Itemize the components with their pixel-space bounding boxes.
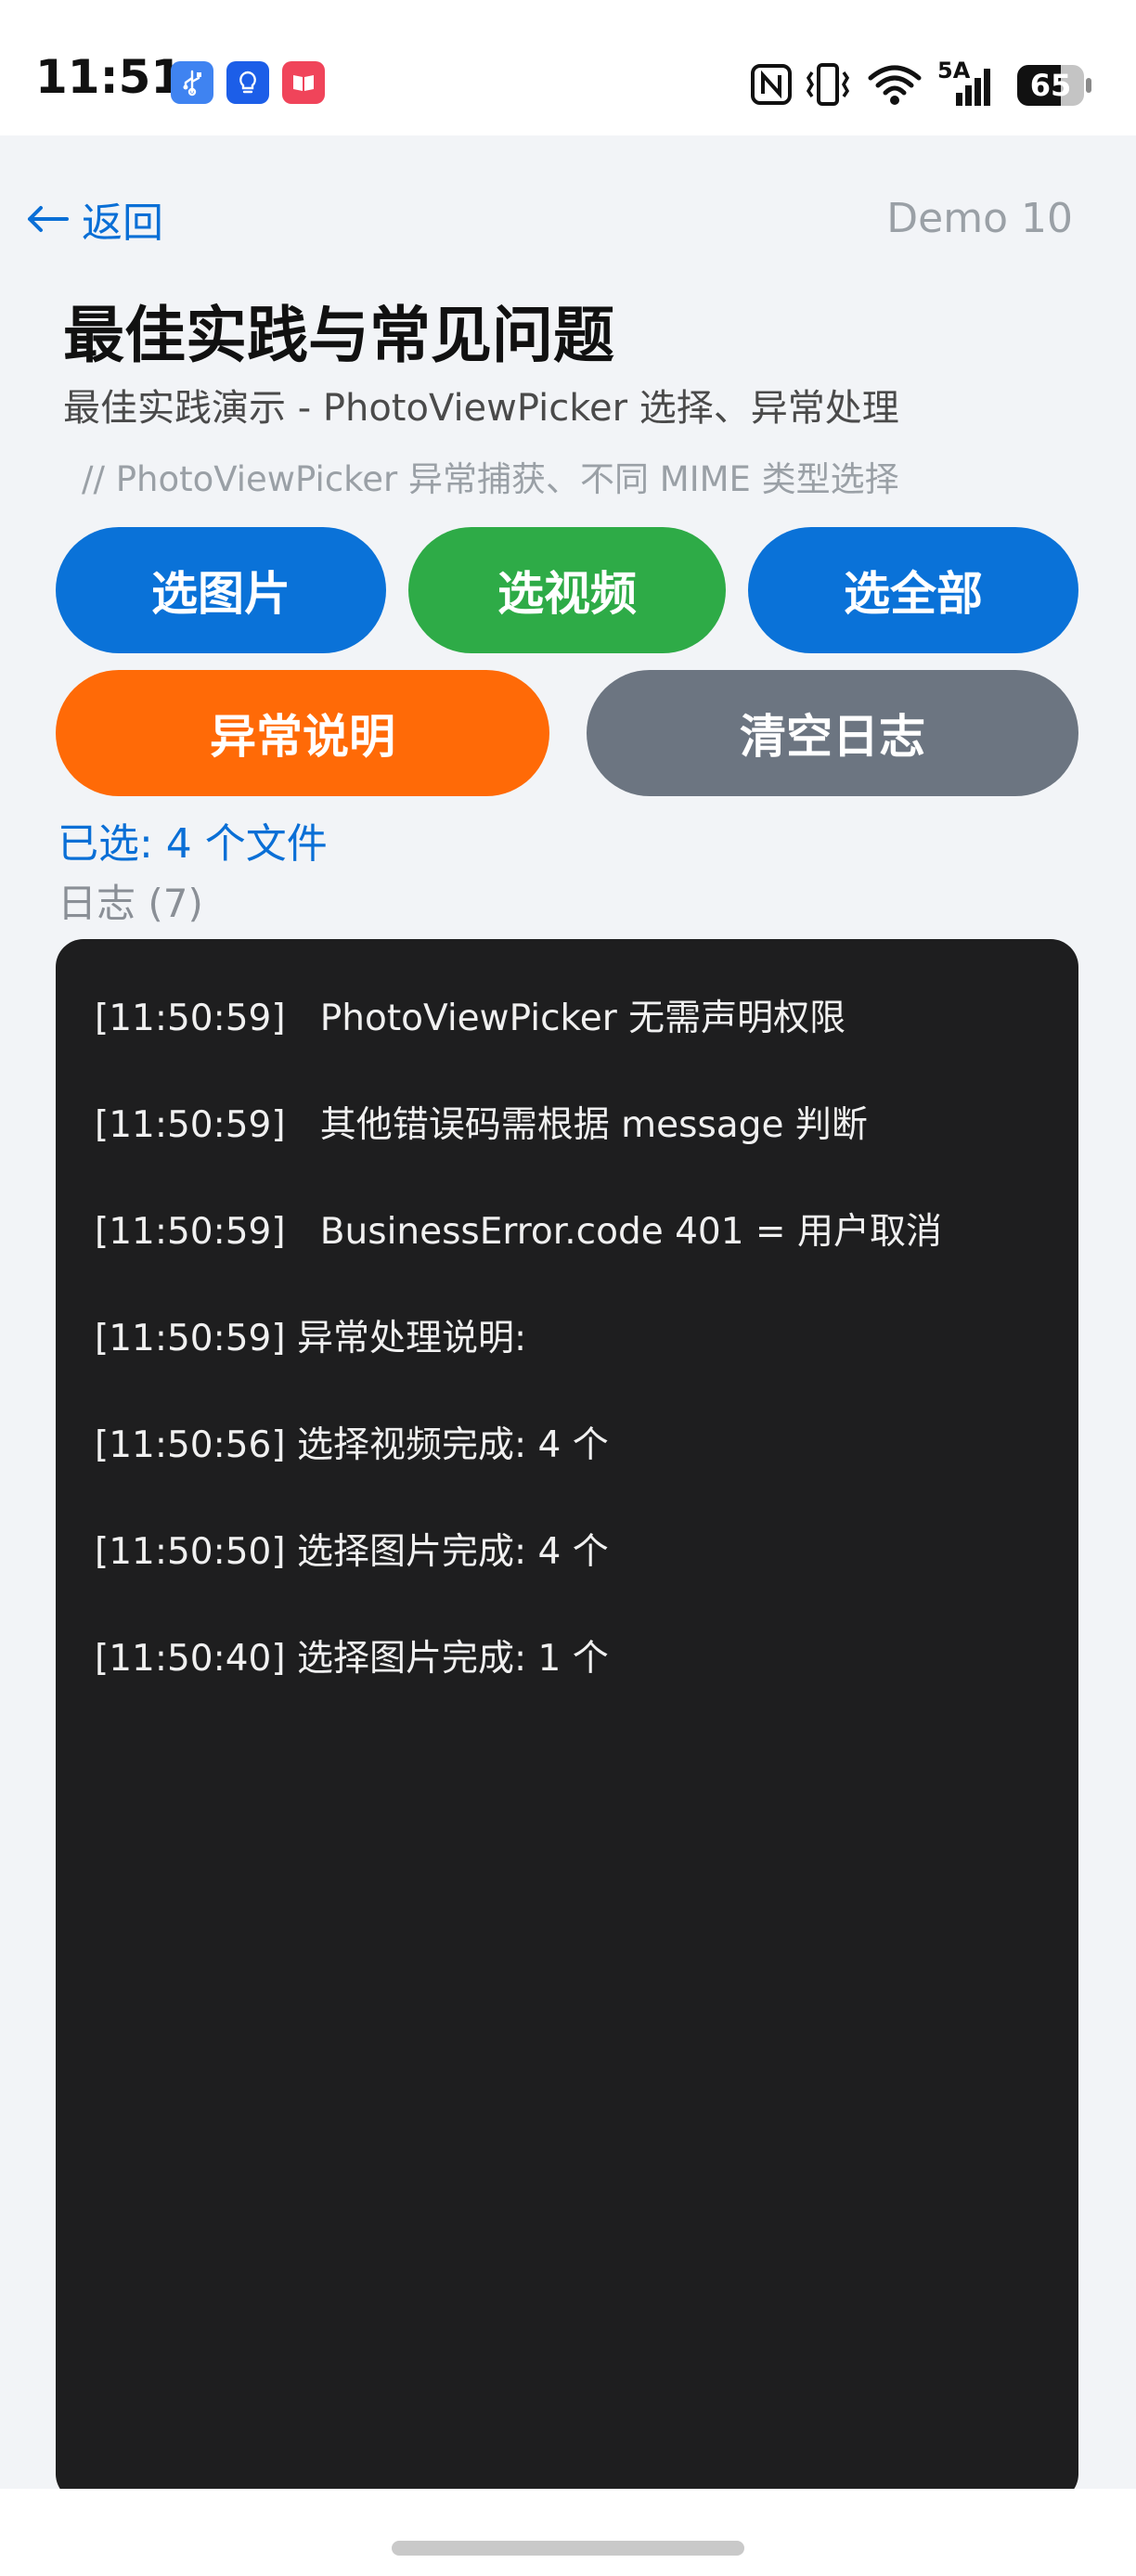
demo-label: Demo 10: [886, 195, 1073, 242]
vibrate-icon: [804, 61, 852, 111]
log-panel[interactable]: [11:50:59] PhotoViewPicker 无需声明权限 [11:50…: [56, 939, 1078, 2502]
log-entry: [11:50:59] PhotoViewPicker 无需声明权限: [95, 998, 846, 1039]
navigation-bar: [0, 2489, 1136, 2576]
status-time: 11:51: [35, 50, 184, 104]
page-subtitle: 最佳实践演示 - PhotoViewPicker 选择、异常处理: [63, 387, 899, 430]
log-entry: [11:50:59] 其他错误码需根据 message 判断: [95, 1104, 868, 1146]
exception-info-button[interactable]: 异常说明: [56, 670, 549, 796]
log-entry: [11:50:59] 异常处理说明:: [95, 1318, 527, 1359]
battery-level: 65: [1029, 68, 1072, 103]
log-entry: [11:50:59] BusinessError.code 401 = 用户取消: [95, 1211, 942, 1253]
lightbulb-icon: [226, 61, 269, 104]
status-bar: 11:51 5A 65: [0, 0, 1136, 135]
log-entry: [11:50:50] 选择图片完成: 4 个: [95, 1531, 609, 1573]
pick-image-button[interactable]: 选图片: [56, 527, 386, 653]
page-comment: // PhotoViewPicker 异常捕获、不同 MIME 类型选择: [82, 459, 899, 499]
log-list: [11:50:59] PhotoViewPicker 无需声明权限 [11:50…: [95, 982, 942, 1729]
home-indicator[interactable]: [392, 2541, 744, 2556]
cellular-signal-icon: 5A: [936, 59, 1000, 108]
pick-all-button[interactable]: 选全部: [748, 527, 1078, 653]
log-entry: [11:50:40] 选择图片完成: 1 个: [95, 1638, 609, 1680]
page-title: 最佳实践与常见问题: [63, 300, 614, 371]
battery-icon: 65: [1017, 65, 1095, 106]
book-icon: [282, 61, 325, 104]
log-entry: [11:50:56] 选择视频完成: 4 个: [95, 1424, 609, 1466]
usb-icon: [171, 61, 213, 104]
pick-video-button[interactable]: 选视频: [408, 527, 726, 653]
nfc-icon: [750, 63, 793, 109]
wifi-icon: [867, 63, 923, 109]
back-label: 返回: [82, 200, 163, 247]
log-count: 日志 (7): [58, 881, 203, 926]
back-button[interactable]: 返回: [26, 191, 163, 247]
arrow-left-icon: [28, 206, 69, 232]
clear-log-button[interactable]: 清空日志: [587, 670, 1078, 796]
selected-count: 已选: 4 个文件: [58, 820, 328, 868]
